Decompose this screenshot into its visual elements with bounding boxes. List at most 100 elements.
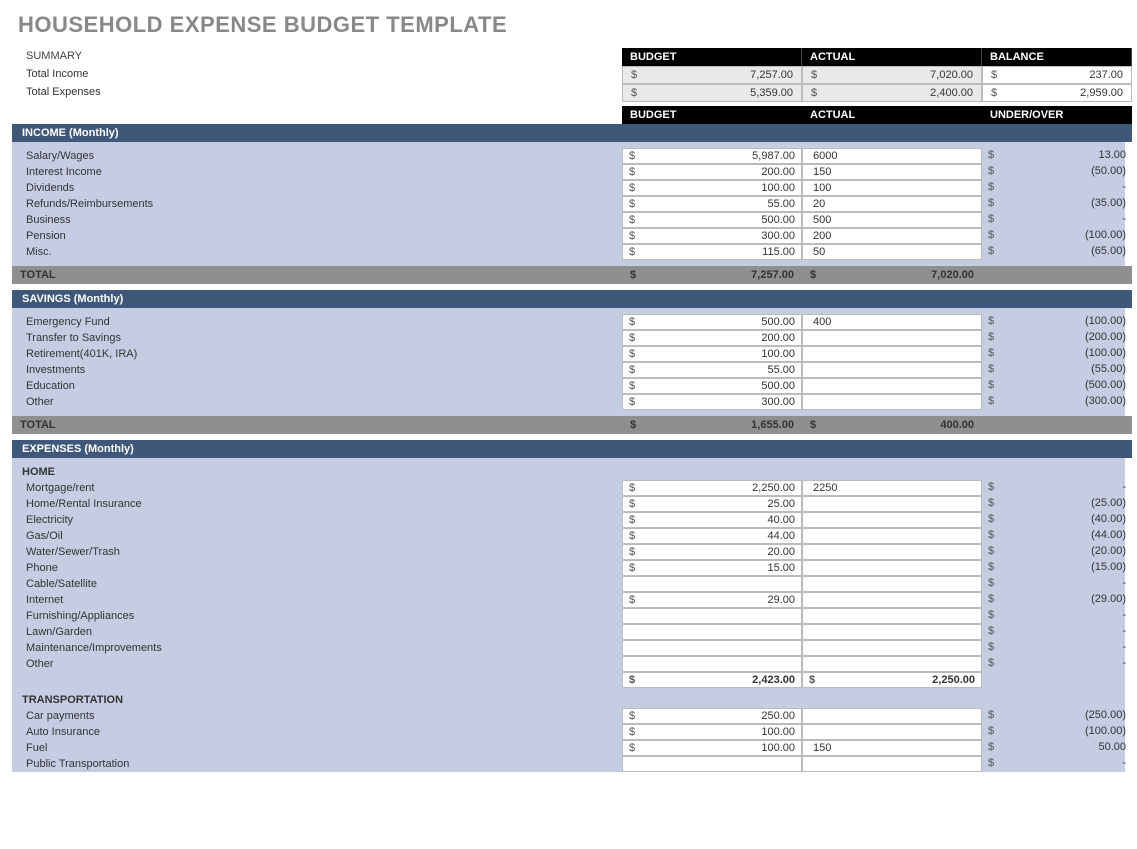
cell[interactable]: 400 — [802, 314, 982, 330]
data-row: Home/Rental Insurance$25.00$(25.00) — [12, 496, 1125, 512]
summary-header-actual: ACTUAL — [802, 48, 982, 66]
cell[interactable]: $250.00 — [622, 708, 802, 724]
row-label: Home/Rental Insurance — [12, 496, 622, 512]
data-row: Phone$15.00$(15.00) — [12, 560, 1125, 576]
data-row: Maintenance/Improvements$- — [12, 640, 1125, 656]
cell[interactable]: $5,987.00 — [622, 148, 802, 164]
cell[interactable] — [622, 656, 802, 672]
cell[interactable] — [802, 608, 982, 624]
cell[interactable]: $500.00 — [622, 212, 802, 228]
summary-row-label: Total Income — [12, 66, 622, 84]
cell[interactable] — [802, 624, 982, 640]
cell[interactable]: $100.00 — [622, 740, 802, 756]
cell[interactable] — [622, 640, 802, 656]
cell[interactable] — [802, 708, 982, 724]
row-label: Dividends — [12, 180, 622, 196]
subtotal-cell: $2,423.00 — [622, 672, 802, 688]
cell[interactable]: 200 — [802, 228, 982, 244]
cell[interactable] — [802, 756, 982, 772]
cell[interactable]: $100.00 — [622, 724, 802, 740]
data-row: Mortgage/rent$2,250.002250$- — [12, 480, 1125, 496]
cell[interactable] — [802, 512, 982, 528]
cell: $(44.00) — [982, 528, 1132, 544]
cell[interactable] — [802, 640, 982, 656]
cell[interactable]: 6000 — [802, 148, 982, 164]
cell[interactable] — [802, 496, 982, 512]
cell[interactable]: $115.00 — [622, 244, 802, 260]
cell[interactable]: 2250 — [802, 480, 982, 496]
row-label: Refunds/Reimbursements — [12, 196, 622, 212]
row-label: Cable/Satellite — [12, 576, 622, 592]
cell: $(35.00) — [982, 196, 1132, 212]
row-label: Pension — [12, 228, 622, 244]
data-row: Internet$29.00$(29.00) — [12, 592, 1125, 608]
data-row: Education$500.00$(500.00) — [12, 378, 1125, 394]
cell[interactable]: $500.00 — [622, 378, 802, 394]
cell[interactable] — [802, 592, 982, 608]
cell[interactable]: $300.00 — [622, 228, 802, 244]
cell[interactable] — [622, 756, 802, 772]
cell[interactable]: $200.00 — [622, 164, 802, 180]
cell[interactable] — [802, 528, 982, 544]
cell[interactable] — [802, 362, 982, 378]
cell[interactable]: $200.00 — [622, 330, 802, 346]
cell[interactable]: $100.00 — [622, 346, 802, 362]
cell[interactable]: $44.00 — [622, 528, 802, 544]
cell[interactable]: $15.00 — [622, 560, 802, 576]
cell[interactable]: $55.00 — [622, 362, 802, 378]
data-row: Emergency Fund$500.00400$(100.00) — [12, 314, 1125, 330]
cell: $(100.00) — [982, 314, 1132, 330]
subtotal-row: $2,423.00$2,250.00 — [12, 672, 1125, 688]
data-row: Car payments$250.00$(250.00) — [12, 708, 1125, 724]
cell[interactable]: $25.00 — [622, 496, 802, 512]
cell[interactable] — [802, 394, 982, 410]
row-label: Phone — [12, 560, 622, 576]
cell: $- — [982, 180, 1132, 196]
cell[interactable]: $55.00 — [622, 196, 802, 212]
cell[interactable] — [802, 576, 982, 592]
cell[interactable]: 100 — [802, 180, 982, 196]
row-label: Fuel — [12, 740, 622, 756]
cell[interactable] — [622, 608, 802, 624]
cell[interactable]: 20 — [802, 196, 982, 212]
summary-cell[interactable]: $2,959.00 — [982, 84, 1132, 102]
data-row: Furnishing/Appliances$- — [12, 608, 1125, 624]
cell: $(65.00) — [982, 244, 1132, 260]
cell[interactable]: 150 — [802, 740, 982, 756]
summary-cell[interactable]: $7,257.00 — [622, 66, 802, 84]
cell[interactable] — [802, 346, 982, 362]
cell[interactable]: $29.00 — [622, 592, 802, 608]
group-title: TRANSPORTATION — [12, 692, 622, 708]
row-label: Electricity — [12, 512, 622, 528]
cell[interactable] — [802, 560, 982, 576]
cell[interactable]: $2,250.00 — [622, 480, 802, 496]
summary-cell[interactable]: $237.00 — [982, 66, 1132, 84]
data-row: Misc.$115.0050$(65.00) — [12, 244, 1125, 260]
cell[interactable] — [802, 378, 982, 394]
summary-cell[interactable]: $5,359.00 — [622, 84, 802, 102]
section-title: EXPENSES (Monthly) — [12, 440, 1132, 458]
row-label: Gas/Oil — [12, 528, 622, 544]
cell[interactable]: $300.00 — [622, 394, 802, 410]
cell[interactable]: $500.00 — [622, 314, 802, 330]
cell[interactable] — [622, 624, 802, 640]
cell[interactable]: 50 — [802, 244, 982, 260]
cell[interactable]: $100.00 — [622, 180, 802, 196]
cell[interactable]: 500 — [802, 212, 982, 228]
cell: $(200.00) — [982, 330, 1132, 346]
row-label: Maintenance/Improvements — [12, 640, 622, 656]
cell[interactable] — [802, 656, 982, 672]
data-row: Other$300.00$(300.00) — [12, 394, 1125, 410]
row-label: Misc. — [12, 244, 622, 260]
cell[interactable]: $20.00 — [622, 544, 802, 560]
cell[interactable] — [802, 330, 982, 346]
summary-cell[interactable]: $7,020.00 — [802, 66, 982, 84]
cell: $- — [982, 608, 1132, 624]
cell[interactable]: $40.00 — [622, 512, 802, 528]
cell[interactable] — [802, 544, 982, 560]
group-title: HOME — [12, 464, 622, 480]
cell[interactable] — [622, 576, 802, 592]
cell[interactable]: 150 — [802, 164, 982, 180]
summary-cell[interactable]: $2,400.00 — [802, 84, 982, 102]
cell[interactable] — [802, 724, 982, 740]
